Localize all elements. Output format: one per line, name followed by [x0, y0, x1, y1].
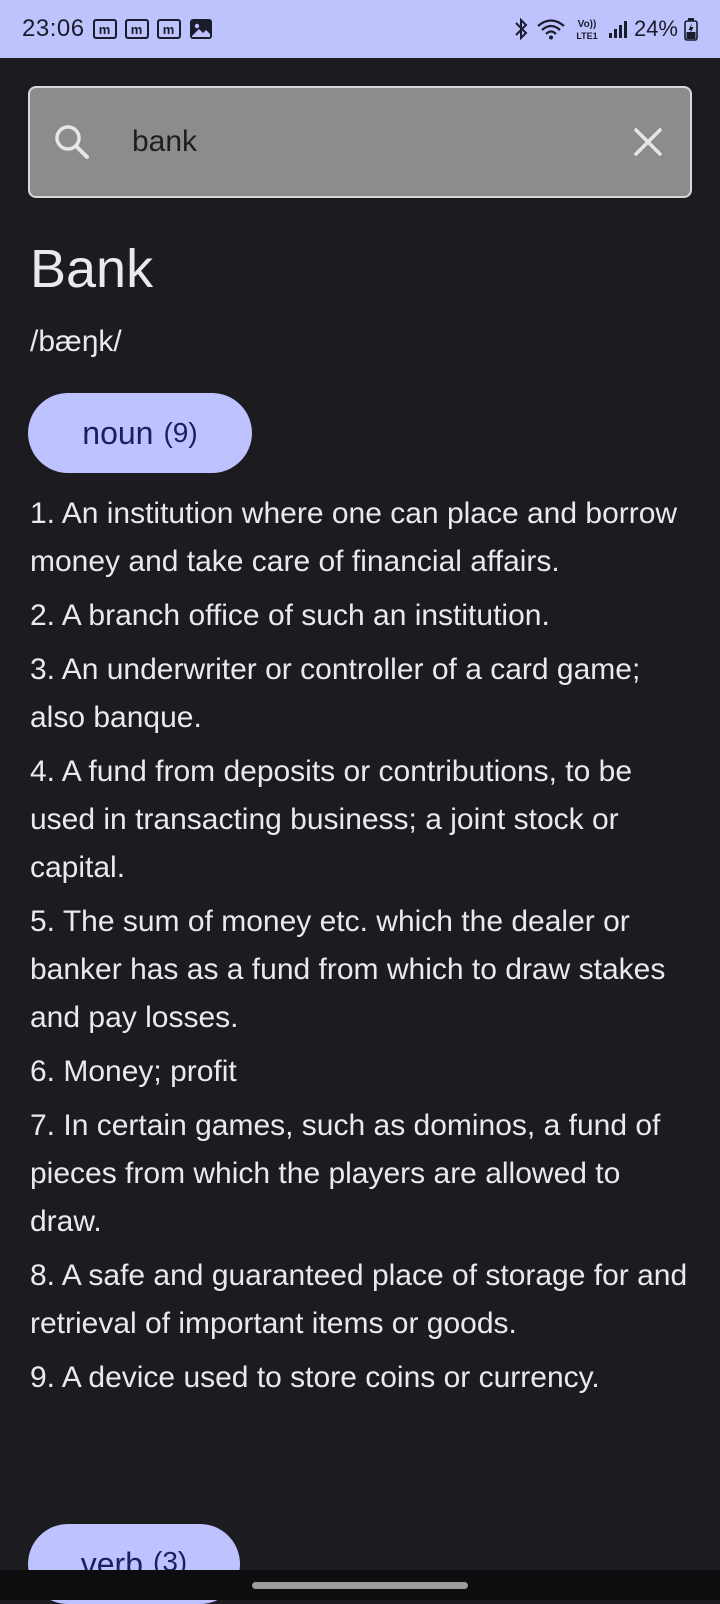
battery-percent: 24% — [633, 16, 678, 41]
pos-chip-noun[interactable]: noun (9) — [28, 393, 252, 473]
definition-item: 3. An underwriter or controller of a car… — [30, 653, 641, 734]
battery-charging-icon — [684, 18, 698, 41]
definition-item: 6. Money; profit — [30, 1055, 237, 1088]
status-bar: 23:06 m m m Vo)) LTE1 24% — [0, 0, 720, 58]
search-bar — [28, 86, 692, 198]
status-time: 23:06 — [22, 15, 85, 42]
home-gesture-handle[interactable] — [252, 1582, 468, 1589]
definition-item: 2. A branch office of such an institutio… — [30, 599, 550, 632]
gallery-icon — [189, 19, 212, 39]
svg-text:LTE1: LTE1 — [576, 31, 597, 41]
wifi-icon — [537, 19, 565, 40]
m-notification-icon: m — [156, 19, 181, 39]
definition-item: 5. The sum of money etc. which the deale… — [30, 905, 666, 1034]
definition-list: 1. An institution where one can place an… — [30, 490, 700, 1408]
definition-item: 9. A device used to store coins or curre… — [30, 1361, 600, 1394]
pos-count: (9) — [163, 417, 198, 448]
phonetic: /bæŋk/ — [30, 325, 122, 358]
status-left: 23:06 m m m — [22, 15, 213, 43]
definition-item: 4. A fund from deposits or contributions… — [30, 755, 633, 884]
bluetooth-icon — [515, 17, 528, 41]
volte-icon: Vo)) LTE1 — [576, 19, 597, 41]
search-input[interactable] — [132, 125, 628, 159]
definition-item: 1. An institution where one can place an… — [30, 497, 678, 578]
m-notification-icon: m — [92, 19, 117, 39]
svg-text:Vo)): Vo)) — [578, 19, 597, 30]
m-notification-icon: m — [124, 19, 149, 39]
pos-label: noun — [82, 414, 154, 451]
close-icon[interactable] — [628, 122, 668, 162]
status-right: Vo)) LTE1 24% — [512, 16, 698, 42]
definition-item: 8. A safe and guaranteed place of storag… — [30, 1259, 688, 1340]
word-title: Bank — [30, 239, 154, 299]
definition-item: 7. In certain games, such as dominos, a … — [30, 1109, 661, 1238]
search-icon — [55, 125, 89, 159]
signal-icon — [608, 21, 627, 38]
